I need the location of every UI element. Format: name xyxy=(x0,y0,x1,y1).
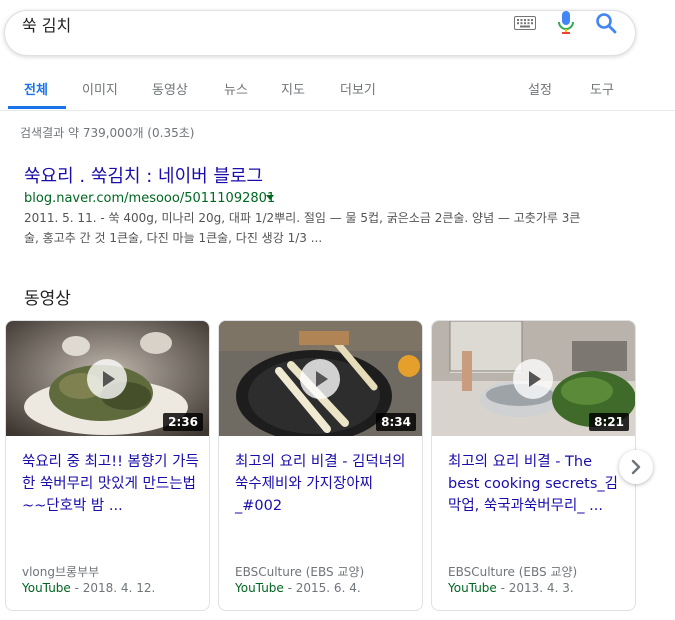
tab-videos[interactable]: 동영상 xyxy=(152,79,188,98)
video-duration: 8:34 xyxy=(376,413,416,431)
video-channel: EBSCulture (EBS 교양) xyxy=(235,565,365,579)
result-snippet: 2011. 5. 11. - 쑥 400g, 미나리 20g, 대파 1/2뿌리… xyxy=(24,208,624,248)
video-date: 2018. 4. 12. xyxy=(82,581,156,595)
video-source: YouTube xyxy=(235,581,284,595)
video-date: 2015. 6. 4. xyxy=(295,581,361,595)
play-icon[interactable] xyxy=(300,359,340,399)
play-icon[interactable] xyxy=(87,359,127,399)
result-title-link[interactable]: 쑥요리 . 쑥김치 : 네이버 블로그 xyxy=(24,162,263,188)
video-meta: YouTube - 2015. 6. 4. xyxy=(235,581,361,595)
tab-settings[interactable]: 설정 xyxy=(528,79,552,98)
tab-images[interactable]: 이미지 xyxy=(82,79,118,98)
tabs-divider xyxy=(0,110,675,111)
video-date: 2013. 4. 3. xyxy=(508,581,574,595)
play-icon[interactable] xyxy=(513,359,553,399)
chevron-right-icon xyxy=(631,459,641,475)
video-card[interactable]: 8:21 최고의 요리 비결 - The best cooking secret… xyxy=(431,320,636,611)
mic-icon[interactable] xyxy=(555,10,577,40)
video-title[interactable]: 최고의 요리 비결 - 김덕녀의 쑥수제비와 가지장아찌_#002 xyxy=(235,451,413,517)
videos-section-title: 동영상 xyxy=(24,289,71,309)
search-input[interactable]: 쑥 김치 xyxy=(22,12,71,36)
result-snippet-line: 술, 홍고추 간 것 1큰술, 다진 마늘 1큰술, 다진 생강 1/3 ... xyxy=(24,231,323,245)
keyboard-icon[interactable] xyxy=(514,15,536,34)
tab-all[interactable]: 전체 xyxy=(24,79,48,98)
video-card[interactable]: 8:34 최고의 요리 비결 - 김덕녀의 쑥수제비와 가지장아찌_#002 E… xyxy=(218,320,423,611)
video-thumbnail[interactable]: 8:21 xyxy=(432,321,635,436)
result-stats: 검색결과 약 739,000개 (0.35초) xyxy=(20,126,195,140)
video-duration: 2:36 xyxy=(163,413,203,431)
video-thumbnail[interactable]: 8:34 xyxy=(219,321,422,436)
tab-more[interactable]: 더보기 xyxy=(340,79,376,98)
search-icon[interactable] xyxy=(595,12,617,38)
active-tab-indicator xyxy=(8,106,66,109)
carousel-next-button[interactable] xyxy=(619,450,653,484)
video-title[interactable]: 쑥요리 중 최고!! 봄향기 가득한 쑥버무리 맛있게 만드는법~~단호박 밤 … xyxy=(22,451,200,517)
url-dropdown-caret-icon[interactable] xyxy=(266,195,274,200)
video-meta: YouTube - 2013. 4. 3. xyxy=(448,581,574,595)
result-url[interactable]: blog.naver.com/mesooo/50111092801 xyxy=(24,191,275,206)
video-channel: EBSCulture (EBS 교양) xyxy=(448,565,578,579)
tab-tools[interactable]: 도구 xyxy=(590,79,614,98)
video-title[interactable]: 최고의 요리 비결 - The best cooking secrets_김막업… xyxy=(448,451,626,517)
video-card[interactable]: 2:36 쑥요리 중 최고!! 봄향기 가득한 쑥버무리 맛있게 만드는법~~단… xyxy=(5,320,210,611)
video-meta: YouTube - 2018. 4. 12. xyxy=(22,581,156,595)
search-box[interactable] xyxy=(4,10,636,56)
video-source: YouTube xyxy=(448,581,497,595)
video-channel: vlong브롱부부 xyxy=(22,565,100,579)
tab-maps[interactable]: 지도 xyxy=(281,79,305,98)
video-thumbnail[interactable]: 2:36 xyxy=(6,321,209,436)
tab-news[interactable]: 뉴스 xyxy=(224,79,248,98)
video-duration: 8:21 xyxy=(589,413,629,431)
video-source: YouTube xyxy=(22,581,71,595)
result-snippet-line: 2011. 5. 11. - 쑥 400g, 미나리 20g, 대파 1/2뿌리… xyxy=(24,211,581,225)
